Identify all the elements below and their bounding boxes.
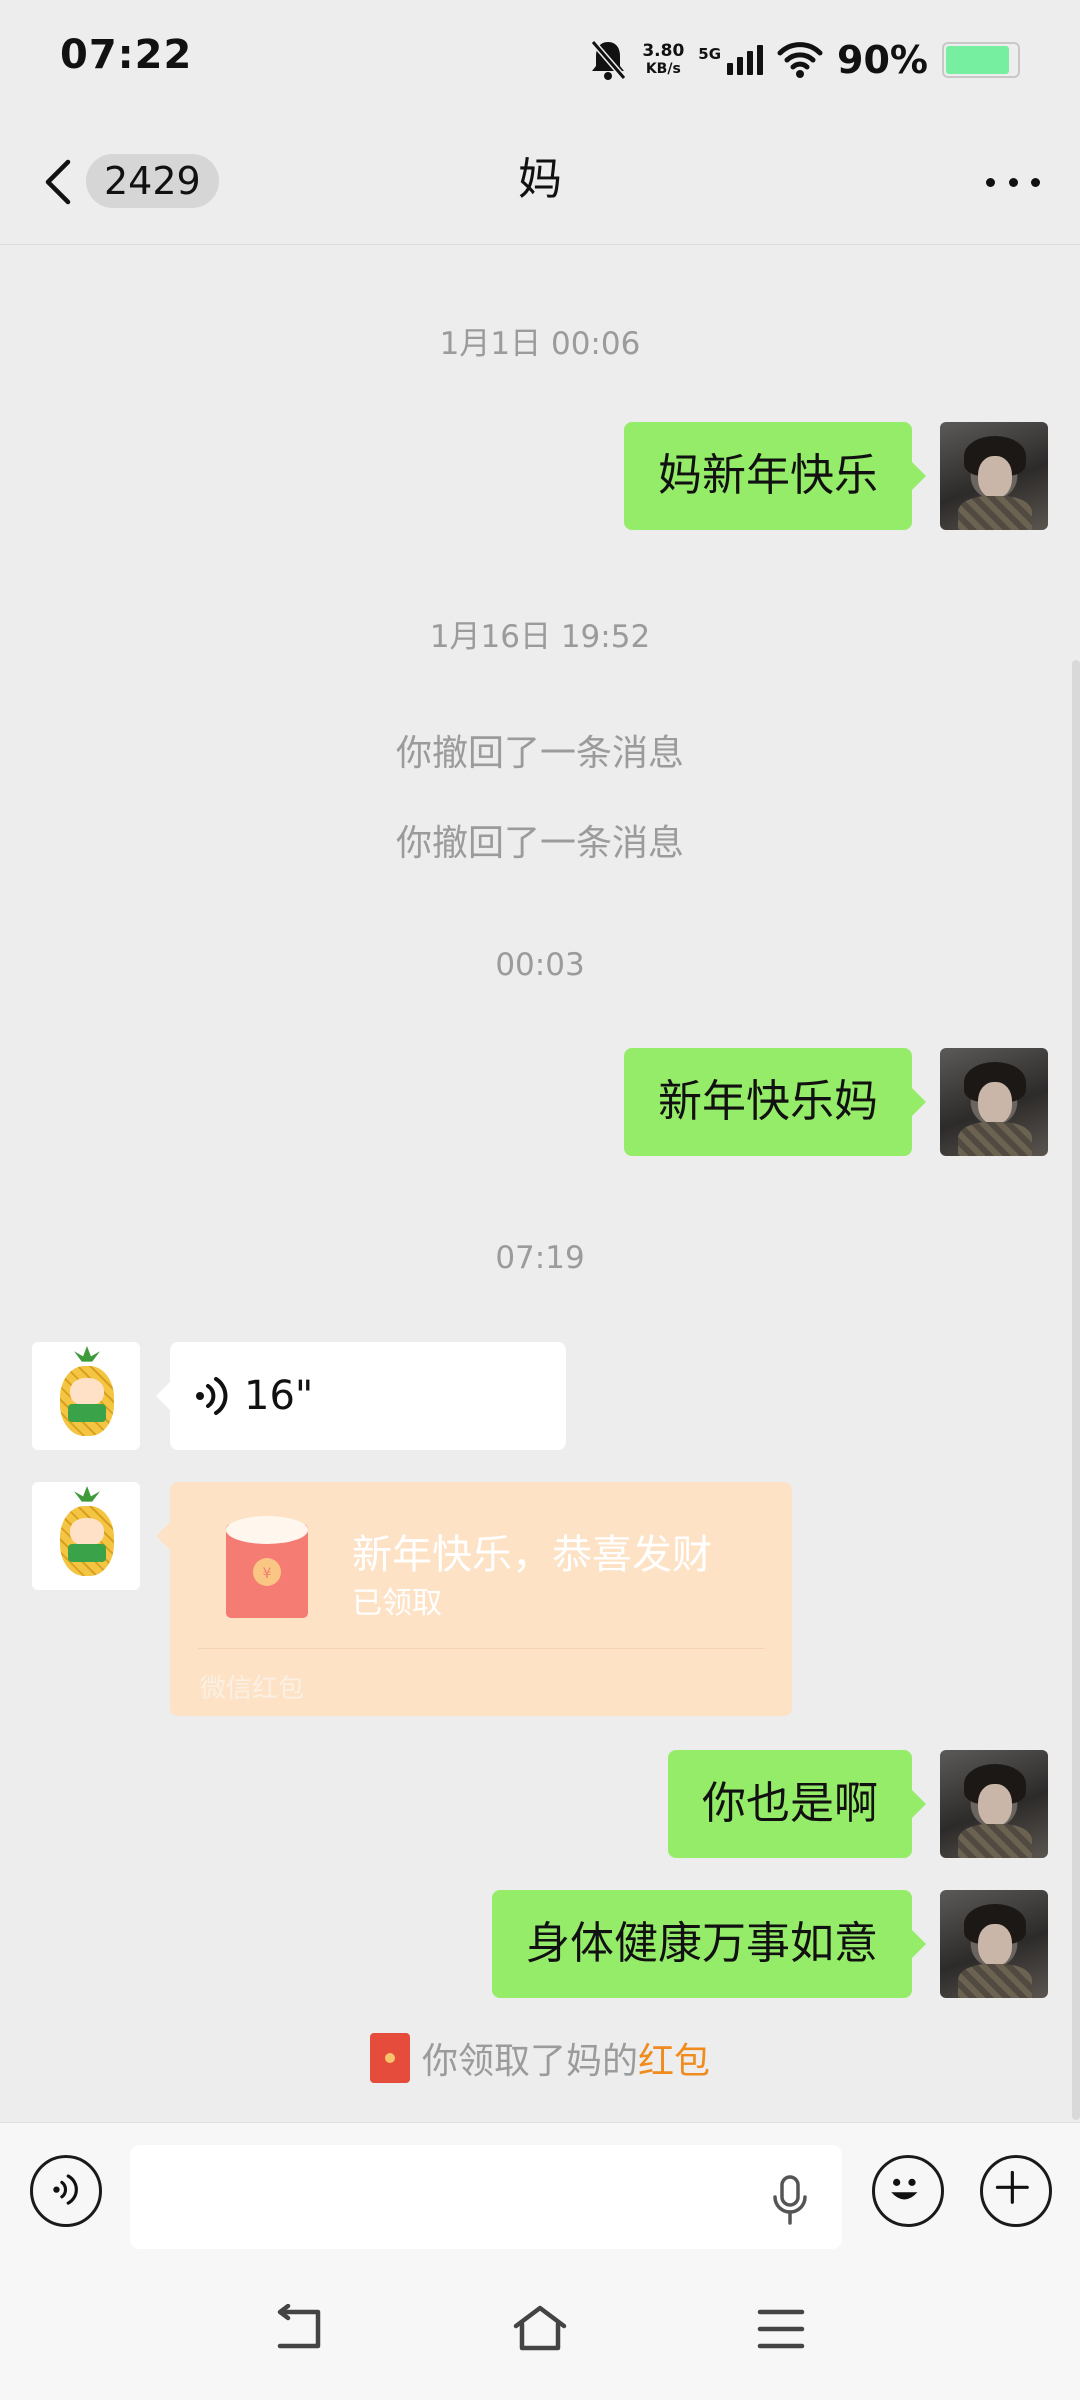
net-speed-unit: KB/s [645,61,681,77]
chat-title: 妈 [518,154,562,205]
input-bar [0,2122,1080,2259]
red-packet-icon: ¥ [226,1516,308,1618]
timestamp: 1月1日 00:06 [439,326,641,362]
timestamp: 1月16日 19:52 [429,619,651,655]
plus-icon[interactable] [980,2155,1052,2227]
battery-icon [942,42,1020,78]
red-packet-link[interactable]: 红包 [638,2032,710,2084]
signal-5g-icon: 5G [698,45,764,75]
red-packet-card[interactable]: ¥ 新年快乐，恭喜发财 已领取 微信红包 [156,1482,792,1716]
red-packet-status: 已领取 [352,1586,442,1621]
red-packet-footer: 微信红包 [200,1674,305,1704]
message-input[interactable] [130,2145,842,2249]
scrollbar[interactable] [1072,660,1080,2120]
voice-duration: 16" [244,1373,314,1419]
svg-text:¥: ¥ [263,1566,272,1582]
battery-percent: 90% [837,38,928,82]
wifi-icon [777,42,823,78]
timestamp: 00:03 [495,947,585,983]
red-packet-mini-icon [369,2033,410,2083]
contact-avatar[interactable] [32,1342,140,1450]
self-avatar[interactable] [940,1750,1048,1858]
home-icon[interactable] [510,2304,570,2354]
chat-header: 2429 妈 [0,120,1080,245]
battery-level [946,46,1009,74]
mic-icon[interactable] [770,2173,810,2227]
more-icon[interactable] [986,168,1040,196]
outgoing-message-bubble[interactable]: 新年快乐妈 [624,1048,926,1156]
timestamp: 07:19 [495,1240,585,1276]
voice-mode-icon[interactable] [30,2155,102,2227]
recall-notice: 你撤回了一条消息 [395,823,684,864]
outgoing-message-bubble[interactable]: 妈新年快乐 [624,422,926,530]
self-avatar[interactable] [940,1048,1048,1156]
contact-avatar[interactable] [32,1482,140,1590]
status-right-cluster: 3.80 KB/s 5G 90% [588,30,1020,90]
self-avatar[interactable] [940,1890,1048,1998]
mute-bell-icon [591,40,627,80]
net-speed-value: 3.80 [642,41,685,61]
status-bar: 07:22 3.80 KB/s 5G 90% [0,0,1080,120]
system-navigation-bar [0,2258,1080,2400]
red-packet-received-notice: 你领取了妈的 红包 [0,2032,1080,2084]
recall-notice: 你撤回了一条消息 [395,733,684,774]
outgoing-message-bubble[interactable]: 身体健康万事如意 [492,1890,926,1998]
self-avatar[interactable] [940,422,1048,530]
outgoing-message-bubble[interactable]: 你也是啊 [668,1750,926,1858]
red-packet-title: 新年快乐，恭喜发财 [352,1532,712,1578]
voice-wave-icon [196,1377,228,1415]
net-speed: 3.80 KB/s [642,42,684,78]
menu-icon[interactable] [756,2304,806,2354]
red-packet-divider [198,1648,764,1649]
network-type: 5G [698,45,722,63]
status-time: 07:22 [60,32,193,78]
back-gesture-icon[interactable] [272,2304,328,2354]
voice-message-bubble[interactable]: 16" [156,1342,566,1450]
notice-text: 你领取了妈的 [421,2041,638,2082]
emoji-icon[interactable] [872,2155,944,2227]
